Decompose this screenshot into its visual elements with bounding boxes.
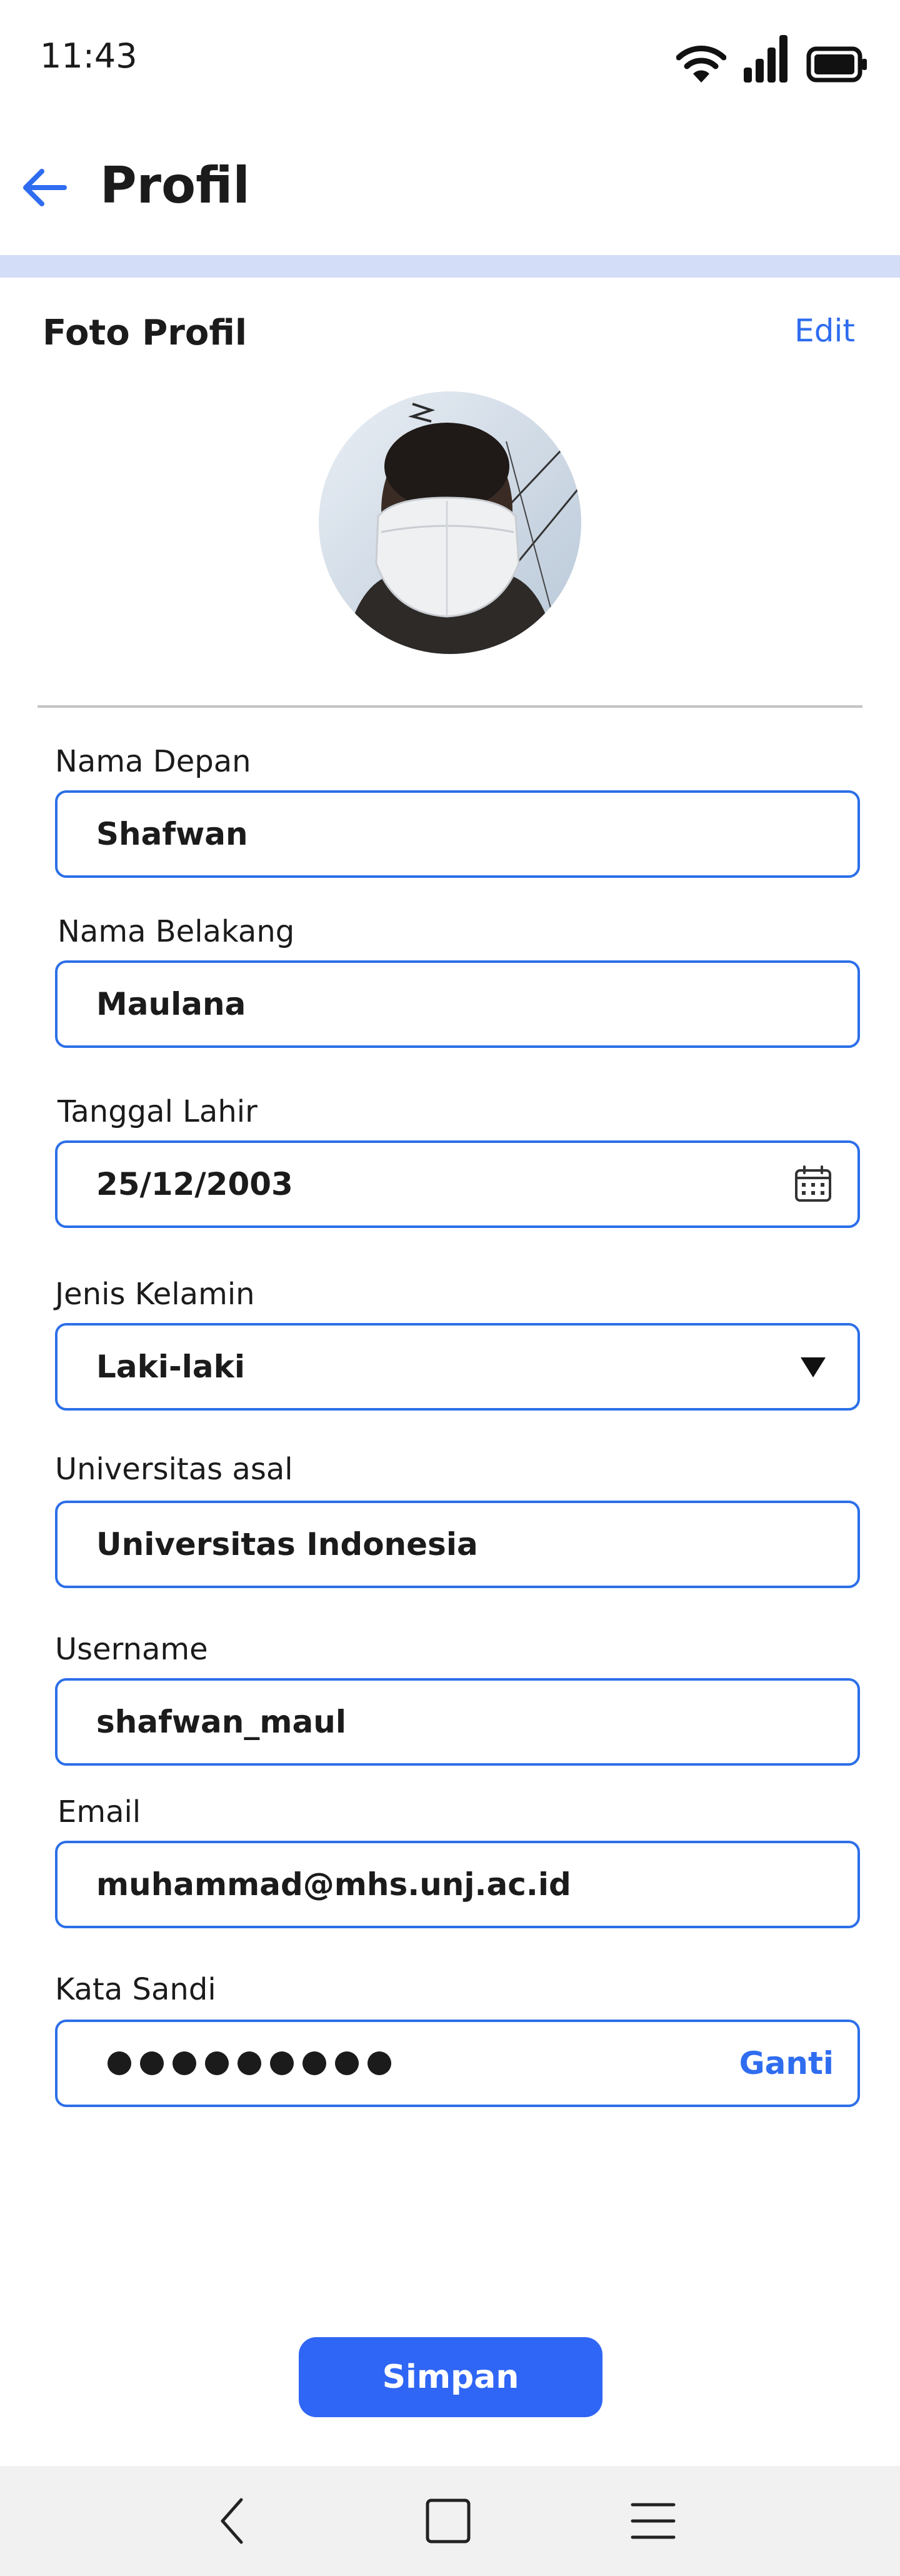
password-label: Kata Sandi xyxy=(55,1972,216,2007)
password-dot xyxy=(270,2051,294,2075)
header-divider-band xyxy=(0,255,900,278)
gender-select[interactable]: Laki-laki xyxy=(55,1323,860,1411)
calendar-icon[interactable] xyxy=(791,1162,835,1206)
dropdown-triangle-icon xyxy=(791,1345,835,1389)
nav-menu-button[interactable] xyxy=(619,2491,688,2553)
avatar xyxy=(319,391,581,654)
birth-date-field[interactable]: 25/12/2003 xyxy=(55,1140,860,1228)
system-nav-bar xyxy=(0,2466,900,2576)
username-value: shafwan_maul xyxy=(96,1704,346,1740)
wifi-icon xyxy=(676,44,727,86)
password-dot xyxy=(140,2051,164,2075)
password-dot xyxy=(368,2051,391,2075)
password-dot xyxy=(335,2051,359,2075)
password-dot xyxy=(238,2051,261,2075)
university-field[interactable]: Universitas Indonesia xyxy=(55,1501,860,1588)
page-title: Profil xyxy=(100,156,250,214)
first-name-value: Shafwan xyxy=(96,816,248,852)
arrow-left-icon xyxy=(21,168,67,210)
gender-label: Jenis Kelamin xyxy=(55,1277,255,1312)
signal-icon xyxy=(742,34,790,86)
username-label: Username xyxy=(55,1632,208,1667)
password-dot xyxy=(205,2051,229,2075)
battery-icon xyxy=(806,44,869,86)
first-name-label: Nama Depan xyxy=(55,744,251,779)
password-dot xyxy=(302,2051,326,2075)
last-name-label: Nama Belakang xyxy=(58,914,295,949)
password-dot xyxy=(108,2051,131,2075)
last-name-field[interactable]: Maulana xyxy=(55,960,860,1048)
gender-value: Laki-laki xyxy=(96,1349,246,1385)
university-label: Universitas asal xyxy=(55,1452,293,1487)
birth-date-value: 25/12/2003 xyxy=(96,1166,293,1202)
back-button[interactable] xyxy=(18,163,70,215)
password-masked-value xyxy=(101,2051,739,2075)
nav-back-button[interactable] xyxy=(198,2491,266,2553)
change-password-link[interactable]: Ganti xyxy=(739,2045,835,2081)
save-button[interactable]: Simpan xyxy=(299,2337,602,2417)
status-icons xyxy=(676,34,869,86)
back-nav-icon xyxy=(216,2496,248,2548)
status-bar: 11:43 xyxy=(0,0,900,119)
section-separator xyxy=(38,705,862,708)
email-label: Email xyxy=(58,1794,141,1829)
password-field[interactable]: Ganti xyxy=(55,2020,860,2107)
nav-home-button[interactable] xyxy=(414,2491,482,2553)
university-value: Universitas Indonesia xyxy=(96,1526,478,1562)
last-name-value: Maulana xyxy=(96,986,246,1022)
menu-nav-icon xyxy=(630,2501,676,2543)
photo-section-title: Foto Profil xyxy=(42,313,248,353)
first-name-field[interactable]: Shafwan xyxy=(55,790,860,878)
email-value: muhammad@mhs.unj.ac.id xyxy=(96,1866,571,1903)
edit-photo-link[interactable]: Edit xyxy=(794,313,855,349)
username-field[interactable]: shafwan_maul xyxy=(55,1678,860,1766)
password-dot xyxy=(172,2051,196,2075)
app-header: Profil xyxy=(0,138,900,238)
email-field[interactable]: muhammad@mhs.unj.ac.id xyxy=(55,1841,860,1928)
status-time: 11:43 xyxy=(40,36,138,76)
home-nav-icon xyxy=(425,2498,471,2547)
birth-date-label: Tanggal Lahir xyxy=(58,1094,258,1129)
